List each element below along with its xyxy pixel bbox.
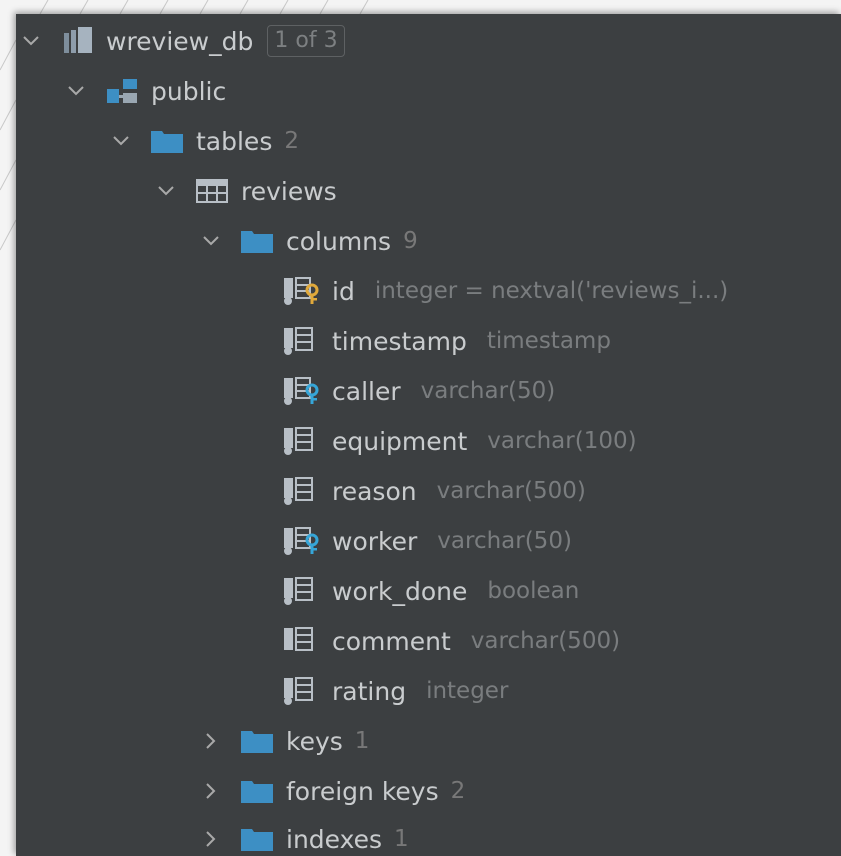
- column-not-null-icon: [284, 327, 313, 355]
- schema-icon: [107, 79, 137, 103]
- column-row-caller[interactable]: caller varchar(50): [282, 366, 555, 416]
- chevron-down-icon[interactable]: [22, 32, 40, 50]
- folder-icon: [241, 781, 273, 803]
- tree-node-keys-folder[interactable]: keys 1: [202, 716, 369, 766]
- screenshot-frame: wreview_db 1 of 3 public tables 2 review…: [0, 0, 841, 856]
- chevron-down-icon[interactable]: [112, 132, 130, 150]
- column-row-comment[interactable]: comment varchar(500): [282, 616, 620, 666]
- tree-node-table-reviews[interactable]: reviews: [157, 166, 337, 216]
- table-icon: [196, 179, 228, 203]
- folder-icon: [241, 731, 273, 753]
- column-name: id: [332, 276, 355, 306]
- column-type: integer = nextval('reviews_i...): [374, 278, 729, 304]
- column-name: comment: [332, 626, 451, 656]
- column-foreign-key-icon: [284, 527, 319, 555]
- keys-folder-label: keys: [286, 726, 343, 756]
- tree-node-schema[interactable]: public: [67, 66, 226, 116]
- foreign-keys-count: 2: [450, 778, 466, 804]
- column-name: work_done: [332, 576, 468, 606]
- chevron-right-icon[interactable]: [202, 732, 220, 750]
- column-primary-key-icon: [284, 277, 319, 305]
- chevron-down-icon[interactable]: [157, 182, 175, 200]
- keys-count: 1: [354, 728, 370, 754]
- tree-node-indexes-folder[interactable]: indexes 1: [202, 814, 409, 856]
- column-type: varchar(500): [470, 628, 621, 654]
- column-name: caller: [332, 376, 401, 406]
- chevron-down-icon[interactable]: [67, 82, 85, 100]
- folder-icon: [241, 829, 273, 851]
- column-row-reason[interactable]: reason varchar(500): [282, 466, 586, 516]
- tree-node-columns-folder[interactable]: columns 9: [202, 216, 418, 266]
- database-label: wreview_db: [106, 26, 254, 56]
- column-type: varchar(500): [436, 478, 586, 504]
- tree-node-database[interactable]: wreview_db 1 of 3: [22, 16, 345, 66]
- chevron-down-icon[interactable]: [202, 232, 220, 250]
- tree-node-tables-folder[interactable]: tables 2: [112, 116, 299, 166]
- column-type: integer: [426, 678, 509, 704]
- folder-icon: [151, 131, 183, 153]
- column-not-null-icon: [284, 427, 313, 455]
- chevron-right-icon[interactable]: [202, 830, 220, 848]
- columns-folder-label: columns: [286, 226, 392, 256]
- column-icon: [284, 627, 313, 651]
- column-name: timestamp: [332, 326, 467, 356]
- column-type: varchar(50): [420, 378, 556, 404]
- column-type: timestamp: [486, 328, 611, 354]
- column-row-rating[interactable]: rating integer: [282, 666, 508, 716]
- table-label: reviews: [241, 176, 337, 206]
- column-type: varchar(100): [487, 428, 637, 454]
- column-name: equipment: [332, 426, 468, 456]
- tree-node-foreign-keys-folder[interactable]: foreign keys 2: [202, 766, 465, 816]
- schema-label: public: [151, 76, 227, 106]
- column-not-null-icon: [284, 477, 313, 505]
- column-name: worker: [332, 526, 418, 556]
- column-row-timestamp[interactable]: timestamp timestamp: [282, 316, 611, 366]
- foreign-keys-folder-label: foreign keys: [286, 776, 439, 806]
- column-row-equipment[interactable]: equipment varchar(100): [282, 416, 637, 466]
- indexes-count: 1: [394, 826, 409, 852]
- folder-icon: [241, 231, 273, 253]
- column-type: varchar(50): [437, 528, 572, 554]
- chevron-right-icon[interactable]: [202, 782, 220, 800]
- database-tree-panel: wreview_db 1 of 3 public tables 2 review…: [16, 14, 841, 856]
- column-not-null-icon: [284, 677, 313, 705]
- database-icon: [64, 27, 92, 53]
- database-badge[interactable]: 1 of 3: [267, 25, 345, 57]
- column-not-null-icon: [284, 577, 313, 605]
- column-row-work-done[interactable]: work_done boolean: [282, 566, 579, 616]
- columns-count: 9: [403, 228, 418, 254]
- tables-count: 2: [284, 128, 299, 154]
- tables-folder-label: tables: [196, 126, 273, 156]
- column-row-id[interactable]: id integer = nextval('reviews_i...): [282, 266, 728, 316]
- column-row-worker[interactable]: worker varchar(50): [282, 516, 572, 566]
- column-name: rating: [332, 676, 407, 706]
- indexes-folder-label: indexes: [286, 824, 383, 854]
- column-type: boolean: [487, 578, 580, 604]
- column-foreign-key-icon: [284, 377, 319, 405]
- column-name: reason: [332, 476, 417, 506]
